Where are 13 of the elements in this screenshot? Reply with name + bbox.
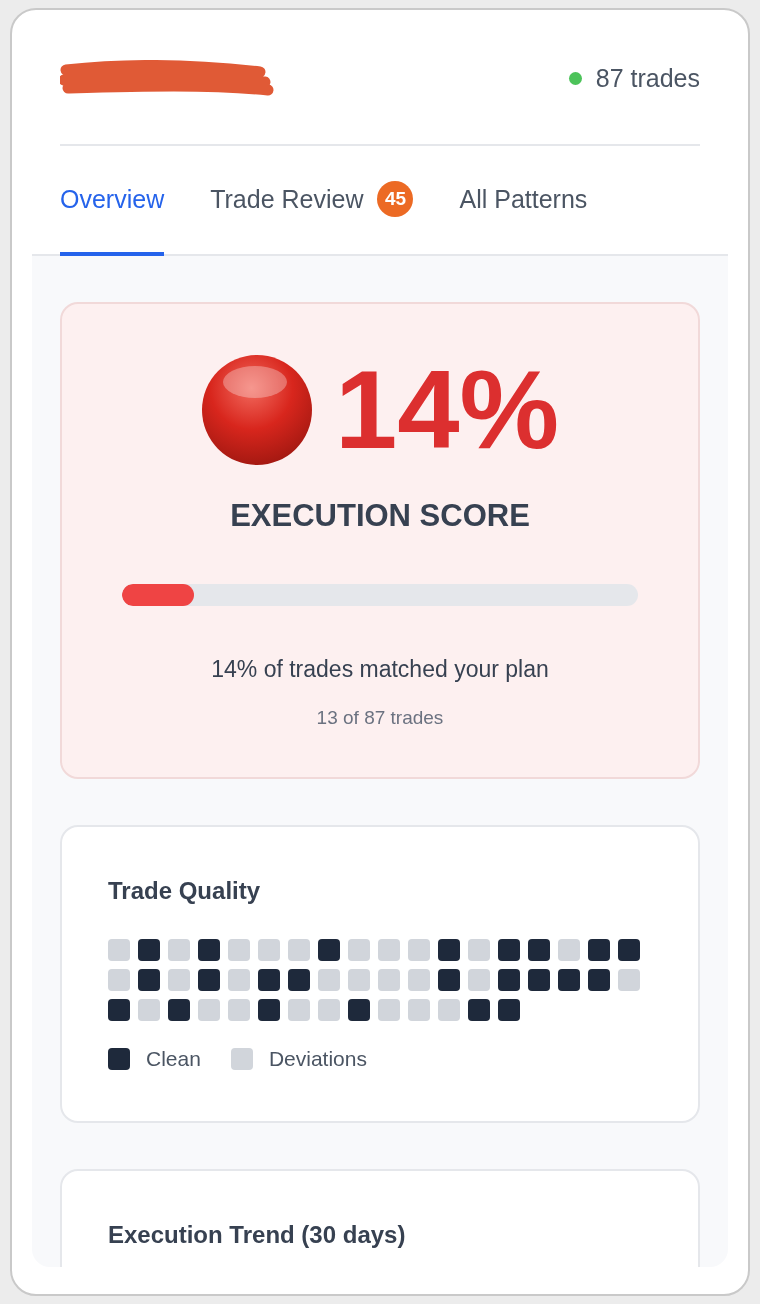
legend-label: Clean — [146, 1047, 201, 1071]
score-summary: 14% of trades matched your plan — [211, 656, 549, 683]
score-detail: 13 of 87 trades — [316, 707, 444, 729]
tab[interactable]: Trade Review 45 — [210, 146, 414, 256]
count-badge: 45 — [377, 181, 414, 217]
score-value: 14% — [334, 354, 560, 466]
tab[interactable]: All Patterns — [459, 146, 588, 256]
score-title: EXECUTION SCORE — [230, 498, 530, 534]
trade-count: 87 trades — [595, 63, 700, 93]
card-title: Trade Quality — [108, 877, 262, 905]
legend-label: Deviations — [268, 1047, 367, 1071]
status-circle-icon — [200, 354, 313, 466]
card-title: Execution Trend (30 days) — [108, 1221, 407, 1249]
